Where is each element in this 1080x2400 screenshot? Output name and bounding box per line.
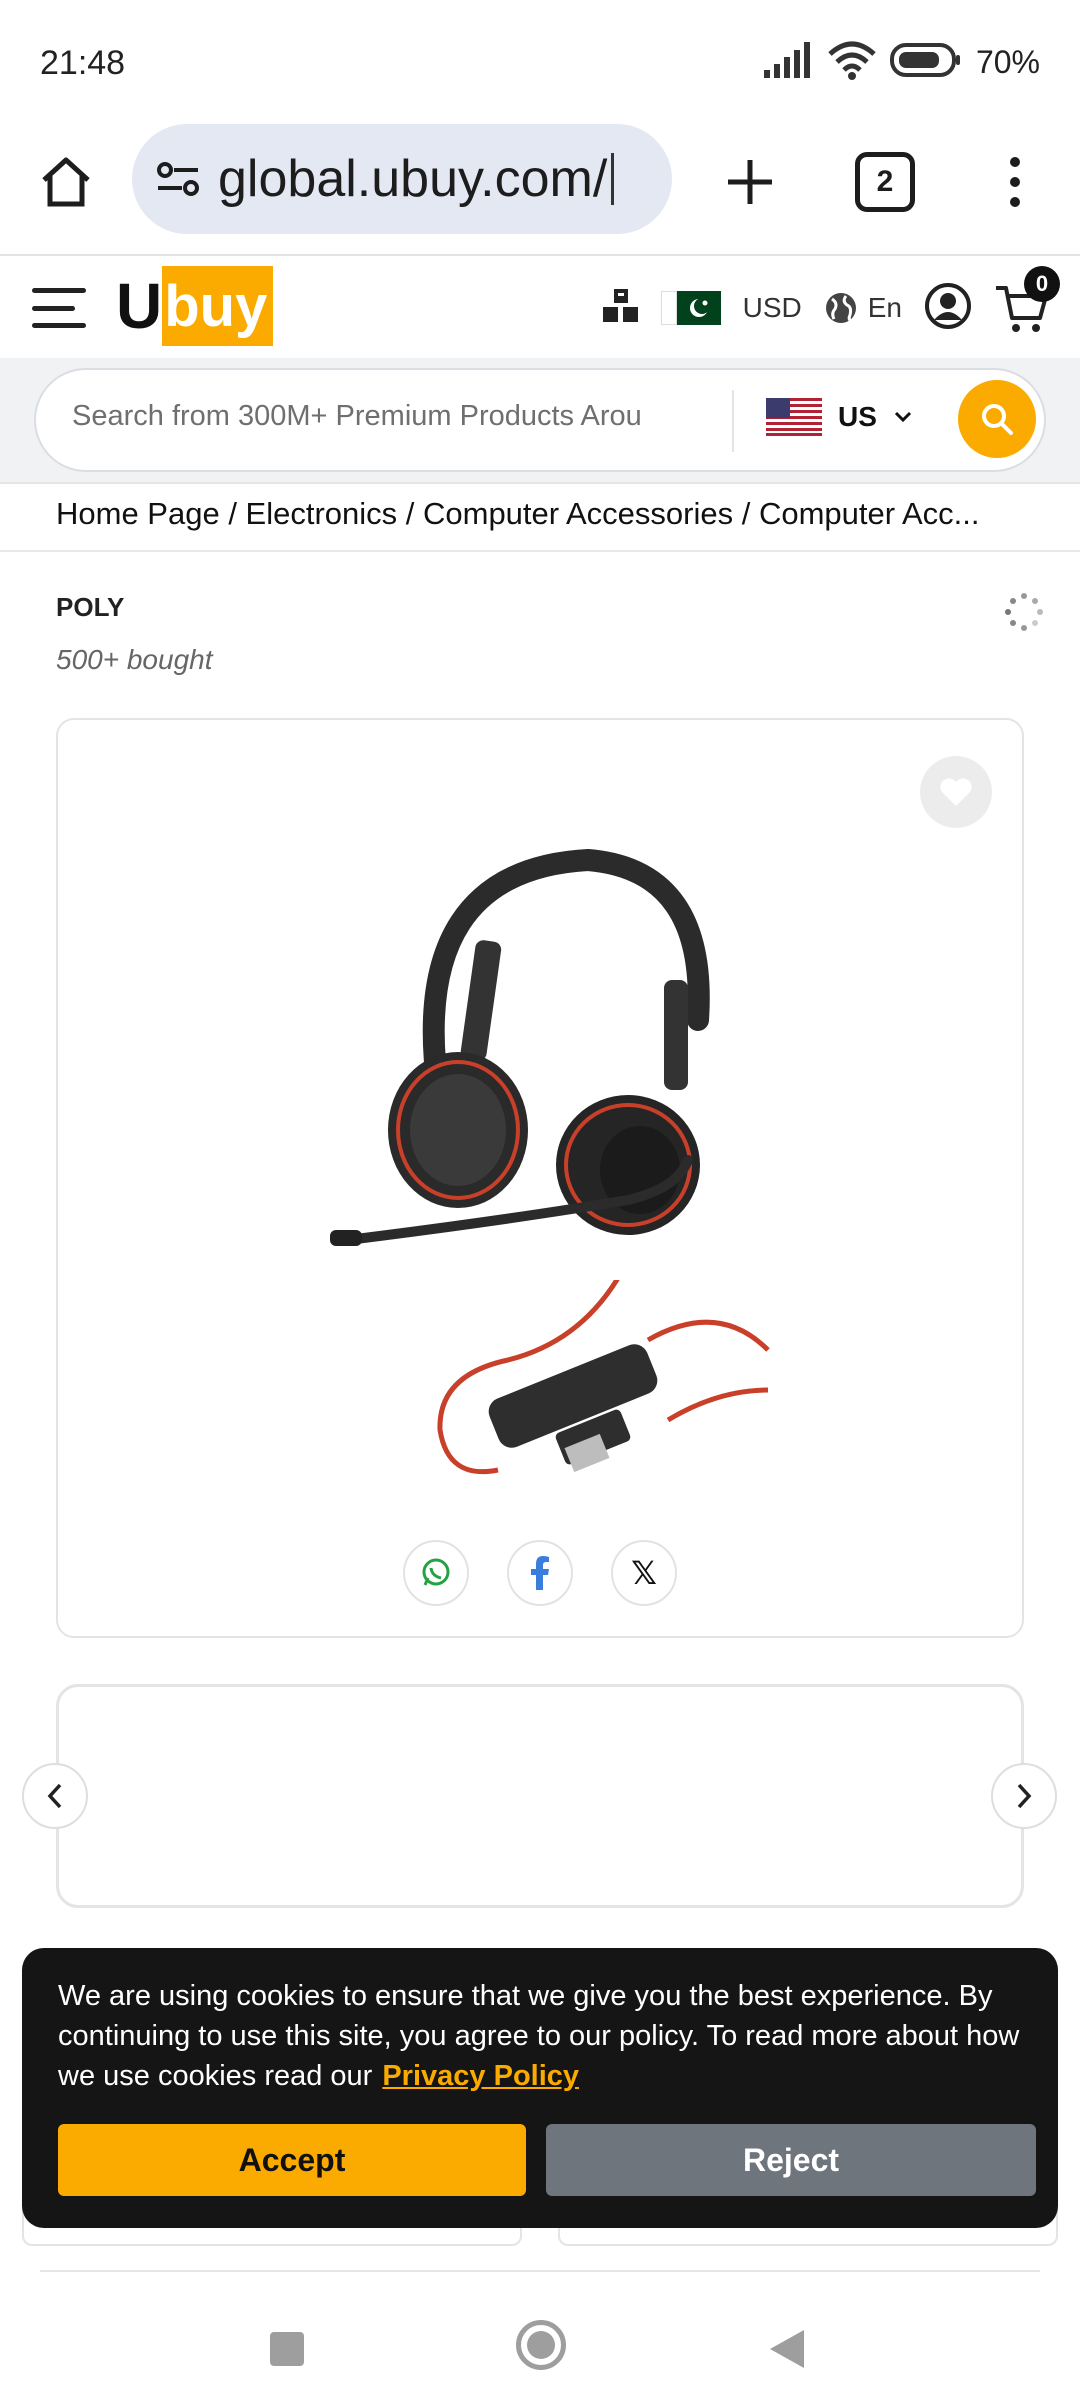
text-cursor bbox=[611, 153, 615, 205]
hamburger-menu-icon[interactable] bbox=[32, 288, 86, 328]
home-button[interactable] bbox=[34, 150, 98, 214]
country-code: US bbox=[838, 401, 877, 432]
tab-switcher-button[interactable]: 2 bbox=[855, 152, 915, 212]
product-image-card: 𝕏 bbox=[56, 718, 1024, 1638]
pakistan-flag-icon[interactable] bbox=[660, 291, 721, 325]
system-nav-bar bbox=[0, 2290, 1080, 2400]
product-brand[interactable]: POLY bbox=[56, 592, 124, 623]
usb-cable-image bbox=[437, 1280, 770, 1475]
language-selector[interactable]: En bbox=[824, 291, 902, 325]
headset-product-image[interactable] bbox=[328, 830, 768, 1250]
bought-count: 500+ bought bbox=[56, 644, 213, 675]
accept-cookies-button[interactable]: Accept bbox=[58, 2124, 526, 2196]
heart-icon bbox=[940, 778, 972, 806]
ubuy-logo[interactable]: U buy bbox=[116, 264, 274, 346]
site-settings-icon[interactable] bbox=[156, 159, 200, 199]
back-button[interactable] bbox=[770, 2330, 804, 2368]
battery-icon bbox=[889, 42, 962, 82]
globe-icon bbox=[825, 293, 856, 323]
currency-selector[interactable]: USD bbox=[743, 292, 802, 324]
wishlist-button[interactable] bbox=[920, 756, 992, 828]
cookie-banner: We are using cookies to ensure that we g… bbox=[22, 1948, 1058, 2228]
search-divider bbox=[732, 390, 734, 452]
url-text: global.ubuy.com/ bbox=[218, 150, 608, 208]
search-section: Search from 300M+ Premium Products Arou … bbox=[0, 358, 1080, 484]
whatsapp-share-button[interactable] bbox=[403, 1540, 469, 1606]
search-icon bbox=[982, 404, 1013, 435]
boxes-icon[interactable] bbox=[602, 288, 639, 328]
whatsapp-icon bbox=[422, 1558, 450, 1586]
breadcrumb[interactable]: Home Page / Electronics / Computer Acces… bbox=[56, 496, 1036, 532]
reject-cookies-button[interactable]: Reject bbox=[546, 2124, 1036, 2196]
language-label: En bbox=[867, 292, 902, 323]
site-header: U buy USD En 0 bbox=[0, 258, 1080, 358]
home-icon bbox=[42, 157, 90, 207]
cart-count-badge: 0 bbox=[1024, 266, 1060, 302]
status-time: 21:48 bbox=[40, 44, 126, 82]
hamburger-line bbox=[32, 288, 86, 293]
hamburger-line bbox=[32, 323, 86, 328]
search-input[interactable]: Search from 300M+ Premium Products Arou bbox=[72, 400, 742, 433]
logo-box: buy bbox=[162, 266, 274, 346]
divider bbox=[40, 2270, 1040, 2272]
carousel-prev-button[interactable] bbox=[22, 1763, 88, 1829]
signal-icon bbox=[763, 41, 814, 83]
home-circle-icon bbox=[527, 2331, 555, 2359]
chevron-down-icon bbox=[894, 411, 911, 423]
new-tab-button[interactable] bbox=[712, 144, 788, 220]
status-bar: 21:48 70% bbox=[0, 0, 1080, 120]
us-flag-icon bbox=[766, 398, 822, 436]
hamburger-line bbox=[32, 305, 76, 311]
share-buttons: 𝕏 bbox=[58, 1540, 1022, 1606]
menu-dot bbox=[1010, 177, 1020, 187]
logo-letter: U bbox=[116, 270, 163, 342]
battery-percent: 70% bbox=[975, 43, 1040, 80]
home-nav-button[interactable] bbox=[516, 2320, 566, 2370]
facebook-share-button[interactable] bbox=[507, 1540, 573, 1606]
thumbnail-carousel bbox=[56, 1684, 1024, 1908]
divider bbox=[0, 550, 1080, 552]
recents-button[interactable] bbox=[270, 2332, 304, 2366]
menu-dot bbox=[1010, 197, 1020, 207]
search-button[interactable] bbox=[958, 380, 1036, 458]
wifi-icon bbox=[828, 40, 876, 85]
x-share-button[interactable]: 𝕏 bbox=[611, 1540, 677, 1606]
header-actions: USD En 0 bbox=[602, 266, 1060, 338]
cookie-message: We are using cookies to ensure that we g… bbox=[58, 1976, 1038, 2096]
privacy-policy-link[interactable]: Privacy Policy bbox=[382, 2060, 579, 2092]
carousel-next-button[interactable] bbox=[991, 1763, 1057, 1829]
chevron-left-icon bbox=[47, 1783, 62, 1809]
country-selector[interactable]: US bbox=[766, 398, 913, 436]
address-bar[interactable]: global.ubuy.com/ bbox=[132, 124, 672, 234]
account-icon[interactable] bbox=[924, 282, 972, 335]
logo-word: buy bbox=[164, 273, 268, 339]
status-icons: 70% bbox=[763, 40, 1040, 85]
loading-spinner-icon bbox=[1005, 593, 1043, 631]
plus-icon bbox=[728, 160, 772, 204]
browser-menu-button[interactable] bbox=[990, 144, 1040, 220]
x-icon: 𝕏 bbox=[631, 1554, 657, 1592]
chevron-right-icon bbox=[1017, 1783, 1032, 1809]
browser-toolbar: global.ubuy.com/ 2 bbox=[0, 120, 1080, 256]
cart-button[interactable]: 0 bbox=[994, 266, 1060, 336]
menu-dot bbox=[1010, 157, 1020, 167]
facebook-icon bbox=[531, 1556, 549, 1590]
search-bar: Search from 300M+ Premium Products Arou … bbox=[34, 368, 1046, 472]
